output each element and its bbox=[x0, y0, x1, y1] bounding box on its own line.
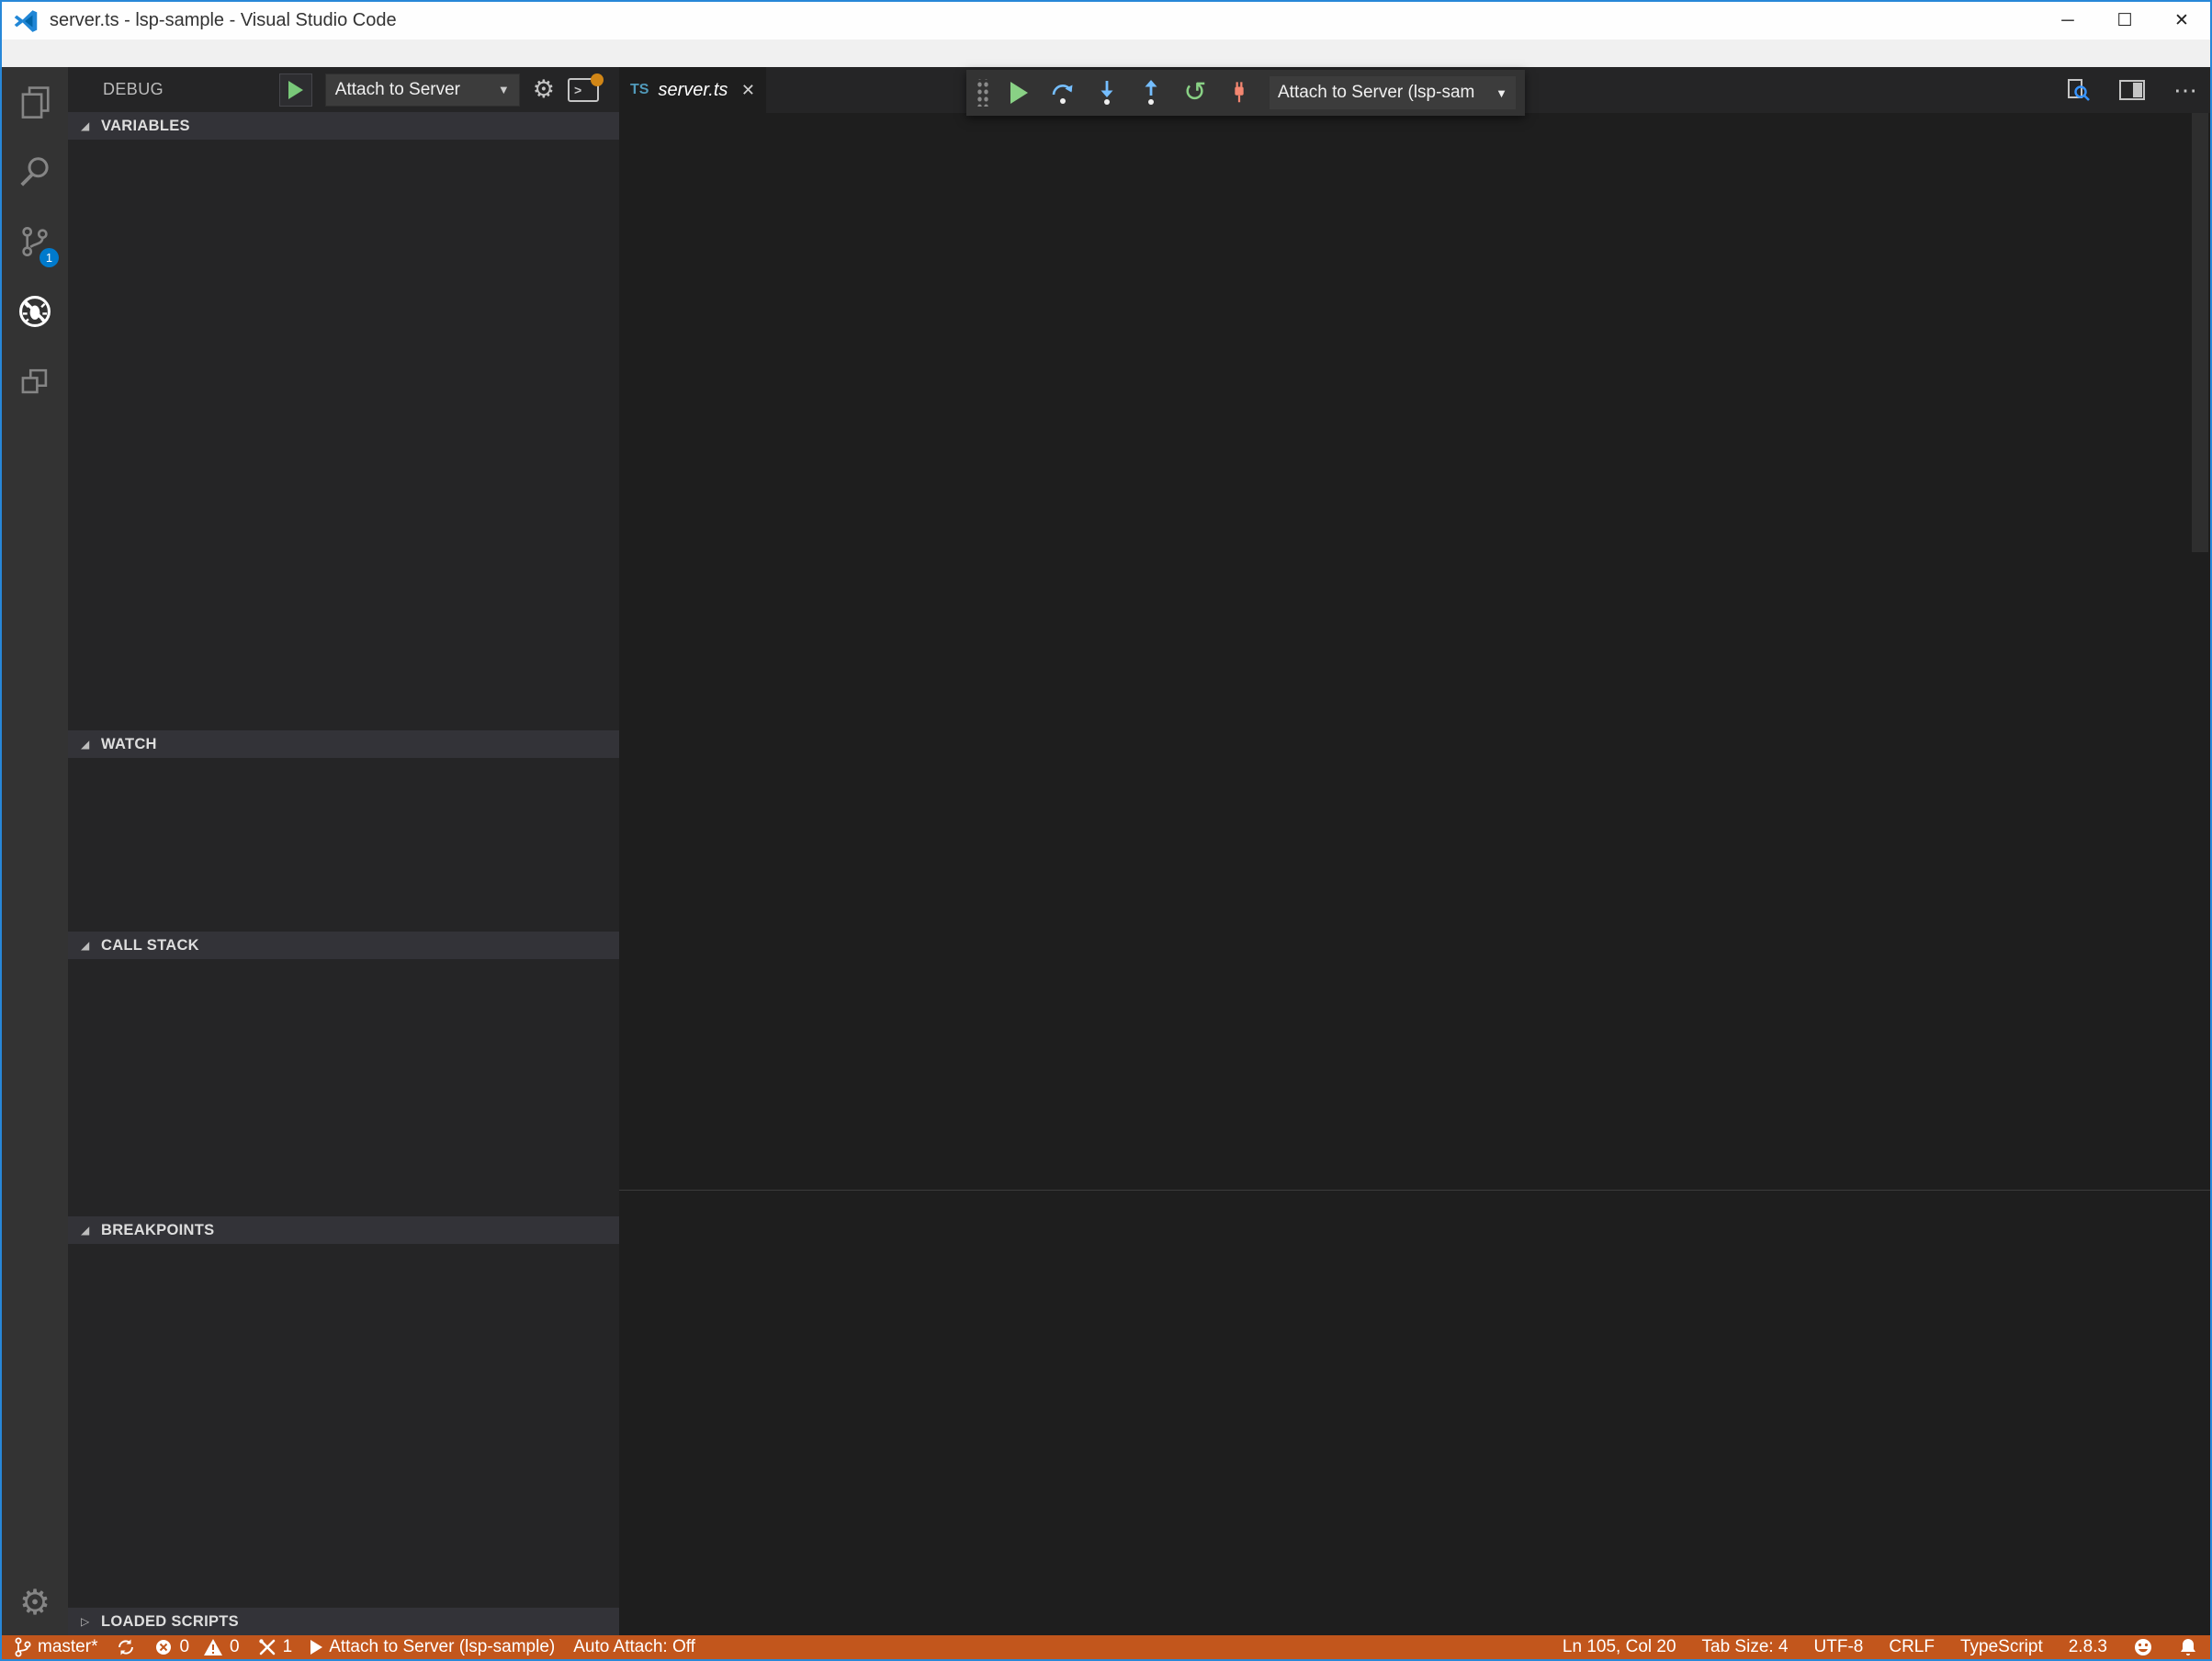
minimize-button[interactable]: ─ bbox=[2039, 2, 2096, 40]
variables-list bbox=[68, 140, 619, 730]
variables-section-header[interactable]: ◢ VARIABLES bbox=[68, 112, 619, 140]
tab-size-item[interactable]: Tab Size: 4 bbox=[1702, 1637, 1789, 1657]
menu-bar bbox=[2, 40, 2210, 67]
git-branch-item[interactable]: master* bbox=[13, 1636, 97, 1658]
problems-item[interactable]: 0 0 bbox=[154, 1637, 240, 1657]
feedback-smiley-icon[interactable] bbox=[2133, 1637, 2153, 1657]
call-stack-list bbox=[68, 959, 619, 1216]
breakpoints-section-header[interactable]: ◢ BREAKPOINTS bbox=[68, 1216, 619, 1244]
vscode-window: server.ts - lsp-sample - Visual Studio C… bbox=[0, 0, 2212, 1661]
close-button[interactable]: ✕ bbox=[2153, 2, 2210, 40]
debug-config-select[interactable]: Attach to Server ▼ bbox=[324, 73, 520, 107]
tools-icon bbox=[258, 1639, 275, 1655]
start-debug-button[interactable] bbox=[278, 73, 312, 107]
loaded-scripts-section-header[interactable]: ▷ LOADED SCRIPTS bbox=[68, 1608, 619, 1635]
editor-scrollbar[interactable] bbox=[2192, 113, 2208, 552]
restart-icon[interactable]: ↺ bbox=[1181, 79, 1209, 107]
window-title: server.ts - lsp-sample - Visual Studio C… bbox=[50, 10, 397, 30]
extensions-icon[interactable] bbox=[2, 346, 68, 416]
open-preview-icon[interactable] bbox=[2065, 77, 2091, 103]
status-bar: master* 0 0 1 Attach to Server (lsp-samp… bbox=[2, 1635, 2210, 1659]
watch-list bbox=[68, 758, 619, 932]
error-icon bbox=[156, 1640, 172, 1655]
editor-area: TS server.ts ✕ ⋯ ↺ Attach to Server (lsp… bbox=[619, 67, 2210, 1635]
play-icon bbox=[310, 1640, 323, 1655]
sync-item[interactable] bbox=[116, 1637, 136, 1657]
settings-gear-icon[interactable]: ⚙ bbox=[19, 1586, 51, 1621]
chevron-down-icon: ▼ bbox=[1495, 85, 1507, 100]
chevron-down-icon: ▼ bbox=[497, 83, 510, 96]
debug-icon[interactable] bbox=[2, 277, 68, 346]
eol-item[interactable]: CRLF bbox=[1889, 1637, 1935, 1657]
continue-icon[interactable] bbox=[1005, 79, 1033, 107]
notifications-bell-icon[interactable] bbox=[2179, 1637, 2197, 1657]
maximize-button[interactable]: ☐ bbox=[2096, 2, 2153, 40]
more-actions-icon[interactable]: ⋯ bbox=[2173, 76, 2197, 105]
watch-section-header[interactable]: ◢ WATCH bbox=[68, 730, 619, 758]
tab-bar: TS server.ts ✕ ⋯ ↺ Attach to Server (lsp… bbox=[619, 67, 2210, 116]
minimap[interactable] bbox=[2102, 113, 2210, 1190]
title-bar: server.ts - lsp-sample - Visual Studio C… bbox=[2, 2, 2210, 40]
call-stack-section-header[interactable]: ◢ CALL STACK bbox=[68, 932, 619, 959]
warning-icon bbox=[204, 1639, 223, 1655]
scm-badge: 1 bbox=[40, 248, 59, 267]
breakpoints-list bbox=[68, 1244, 619, 1365]
code-editor[interactable] bbox=[619, 113, 2210, 1190]
vscode-logo-icon bbox=[14, 9, 38, 32]
tab-server-ts[interactable]: TS server.ts ✕ bbox=[619, 67, 766, 113]
step-out-icon[interactable] bbox=[1137, 79, 1165, 107]
typescript-file-icon: TS bbox=[630, 82, 649, 97]
cursor-position-item[interactable]: Ln 105, Col 20 bbox=[1563, 1637, 1676, 1657]
disconnect-icon[interactable] bbox=[1225, 79, 1253, 107]
source-control-icon[interactable]: 1 bbox=[2, 207, 68, 277]
search-icon[interactable] bbox=[2, 137, 68, 207]
configure-gear-icon[interactable]: ⚙ bbox=[533, 77, 555, 102]
bottom-panel bbox=[619, 1190, 2210, 1635]
tab-close-icon[interactable]: ✕ bbox=[741, 81, 755, 100]
sidebar-title: DEBUG bbox=[103, 80, 164, 98]
toolbar-drag-handle[interactable] bbox=[976, 79, 988, 107]
branch-icon bbox=[15, 1637, 31, 1657]
auto-attach-item[interactable]: Auto Attach: Off bbox=[573, 1637, 695, 1657]
language-mode-item[interactable]: TypeScript bbox=[1960, 1637, 2043, 1657]
activity-bar: 1 ⚙ bbox=[2, 67, 68, 1635]
debug-session-select[interactable]: Attach to Server (lsp-sam ▼ bbox=[1270, 76, 1516, 109]
running-tasks-item[interactable]: 1 bbox=[258, 1637, 292, 1657]
debug-console-icon[interactable]: > bbox=[568, 73, 604, 102]
debug-status-item[interactable]: Attach to Server (lsp-sample) bbox=[310, 1637, 555, 1657]
panel-tab-bar bbox=[619, 1191, 2210, 1240]
sync-icon bbox=[118, 1639, 134, 1655]
encoding-item[interactable]: UTF-8 bbox=[1814, 1637, 1864, 1657]
ts-version-item[interactable]: 2.8.3 bbox=[2069, 1637, 2107, 1657]
debug-sidebar: DEBUG Attach to Server ▼ ⚙ > ◢ VARIABLES ◢… bbox=[68, 67, 619, 1635]
step-into-icon[interactable] bbox=[1093, 79, 1121, 107]
debug-toolbar: ↺ Attach to Server (lsp-sam ▼ bbox=[966, 70, 1525, 116]
split-editor-icon[interactable] bbox=[2118, 78, 2146, 102]
explorer-icon[interactable] bbox=[2, 67, 68, 137]
terminal[interactable] bbox=[619, 1240, 2210, 1635]
step-over-icon[interactable] bbox=[1049, 79, 1077, 107]
